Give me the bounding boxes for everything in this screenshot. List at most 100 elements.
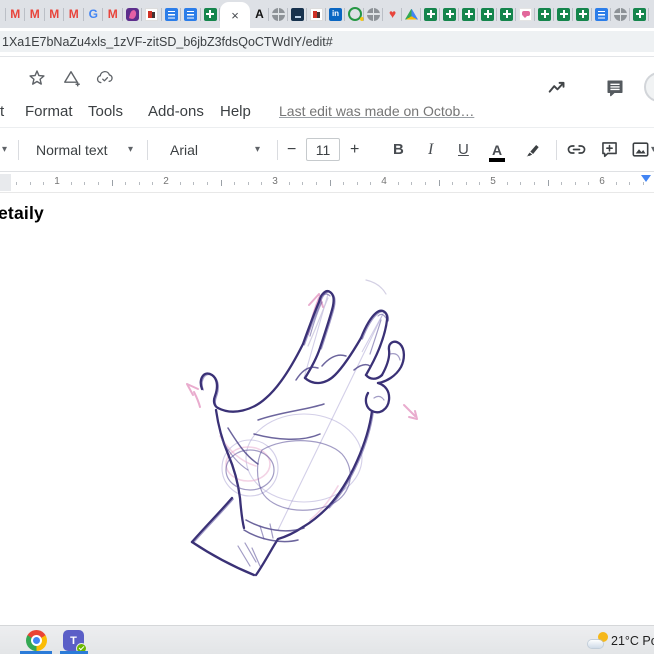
- underline-button[interactable]: U: [458, 128, 469, 171]
- ruler-tick: [302, 182, 303, 185]
- right-indent-marker[interactable]: [641, 175, 651, 182]
- pinned-tab-sheets[interactable]: [497, 0, 516, 28]
- ruler-inch-label: 2: [163, 176, 169, 187]
- font-size-input[interactable]: 11: [306, 138, 340, 161]
- ruler-tick: [534, 182, 535, 185]
- pinned-tab-sheets[interactable]: [459, 0, 478, 28]
- pinned-tab-letter-a[interactable]: A: [250, 0, 269, 28]
- gmail-favicon: M: [105, 7, 120, 22]
- active-tab[interactable]: ×: [220, 2, 250, 28]
- pinned-tab-sheets[interactable]: [440, 0, 459, 28]
- pinned-tab-green-ring[interactable]: [345, 0, 364, 28]
- styles-caret[interactable]: ▾: [128, 128, 133, 171]
- chrome-taskbar-icon[interactable]: [26, 630, 47, 651]
- ruler-tick: [629, 182, 630, 185]
- temperature: 21°C: [611, 634, 639, 648]
- ruler-tick: [139, 182, 140, 185]
- pinned-tab-sheets[interactable]: [201, 0, 221, 28]
- globe-favicon: [367, 8, 380, 21]
- font-size-increase-button[interactable]: +: [350, 128, 359, 171]
- pinned-tab-gmail[interactable]: M: [45, 0, 65, 28]
- pinned-tab-gmail[interactable]: M: [25, 0, 45, 28]
- move-to-drive-icon[interactable]: [61, 68, 81, 88]
- ruler-tick: [548, 180, 549, 186]
- menu-insert-fragment[interactable]: t: [0, 102, 4, 122]
- pinned-tab-docs[interactable]: [181, 0, 201, 28]
- menu-addons[interactable]: Add-ons: [148, 102, 204, 122]
- ruler-inch-label: 1: [54, 176, 60, 187]
- menu-tools[interactable]: Tools: [88, 102, 123, 122]
- insert-image-icon[interactable]: [630, 128, 651, 171]
- ruler-tick: [221, 180, 222, 186]
- pinned-tab-globe[interactable]: [269, 0, 288, 28]
- taskbar: T 21°C Po: [0, 625, 654, 654]
- ruler-tick: [575, 182, 576, 185]
- pinned-tab-sheets[interactable]: [535, 0, 554, 28]
- pinned-tab-sheets[interactable]: [630, 0, 649, 28]
- pinned-tab-heart[interactable]: ♥: [383, 0, 402, 28]
- pinned-tab-google[interactable]: G: [84, 0, 104, 28]
- ruler[interactable]: 123456: [0, 174, 654, 193]
- ruler-tick: [466, 182, 467, 185]
- cloud-saved-icon[interactable]: [95, 68, 115, 88]
- pinned-tab-sheets[interactable]: [421, 0, 440, 28]
- pinned-tab-gmail[interactable]: M: [103, 0, 123, 28]
- tab-close-icon[interactable]: ×: [231, 9, 239, 22]
- font-dropdown[interactable]: Arial: [170, 128, 198, 171]
- italic-button[interactable]: I: [428, 128, 433, 171]
- account-avatar[interactable]: [644, 72, 654, 102]
- font-size-decrease-button[interactable]: −: [287, 128, 296, 171]
- pinned-tab-navy-app[interactable]: [288, 0, 307, 28]
- text-color-button[interactable]: A: [492, 128, 502, 171]
- green-ring-favicon: [348, 7, 362, 21]
- ruler-tick: [411, 182, 412, 185]
- ruler-tick: [357, 182, 358, 185]
- toolbar-separator: [147, 140, 148, 160]
- pinned-tab-linkedin[interactable]: in: [326, 0, 345, 28]
- pinned-tab-seal[interactable]: [307, 0, 326, 28]
- url-bar[interactable]: 1Xa1E7bNaZu4xls_1zVF-zitSD_b6jbZ3fdsQoCT…: [0, 31, 654, 52]
- weather-text[interactable]: 21°C Po: [611, 634, 654, 648]
- teams-taskbar-icon[interactable]: T: [63, 630, 84, 651]
- pinned-tab-purple-app[interactable]: [123, 0, 143, 28]
- last-edit-link[interactable]: Last edit was made on Octob…: [279, 103, 474, 119]
- bold-button[interactable]: B: [393, 128, 404, 171]
- sheets-favicon: [557, 8, 570, 21]
- highlight-color-icon[interactable]: [522, 128, 542, 171]
- menu-help[interactable]: Help: [220, 102, 251, 122]
- pinned-tab-seal[interactable]: [142, 0, 162, 28]
- font-caret[interactable]: ▾: [255, 128, 260, 171]
- weather-label: Po: [642, 634, 654, 648]
- menu-format[interactable]: Format: [25, 102, 73, 122]
- pinned-tab-globe[interactable]: [611, 0, 630, 28]
- add-comment-icon[interactable]: [599, 128, 620, 171]
- star-icon[interactable]: [27, 68, 47, 88]
- ruler-tick: [370, 182, 371, 185]
- pinned-tab-sheets[interactable]: [573, 0, 592, 28]
- pinned-tab-sms[interactable]: [516, 0, 535, 28]
- sheets-favicon: [424, 8, 437, 21]
- pinned-tab-gmail[interactable]: M: [6, 0, 26, 28]
- letter-a-favicon: A: [252, 7, 267, 22]
- pinned-tab-docs[interactable]: [592, 0, 611, 28]
- document-stats-icon[interactable]: [546, 77, 568, 99]
- comments-icon[interactable]: [604, 77, 626, 99]
- globe-favicon: [272, 8, 285, 21]
- pinned-tab-drive[interactable]: [402, 0, 421, 28]
- gmail-favicon: M: [0, 7, 3, 22]
- toolbar-separator: [18, 140, 19, 160]
- zoom-dropdown-caret[interactable]: ▾: [2, 128, 7, 171]
- pinned-tab-sheets[interactable]: [554, 0, 573, 28]
- pinned-tab-docs[interactable]: [162, 0, 182, 28]
- pinned-tab-globe[interactable]: [364, 0, 383, 28]
- sheets-favicon: [443, 8, 456, 21]
- pinned-tab-sheets[interactable]: [478, 0, 497, 28]
- pinned-tab-gmail[interactable]: M: [64, 0, 84, 28]
- sheets-favicon: [500, 8, 513, 21]
- screen: MMMMMGM × Ain♥ 1Xa1E7bNaZu4xls_1zVF-zitS…: [0, 0, 654, 654]
- ruler-tick: [84, 182, 85, 185]
- weather-icon[interactable]: [588, 632, 608, 648]
- document-page[interactable]: etaily: [0, 193, 654, 625]
- styles-dropdown[interactable]: Normal text: [36, 128, 108, 171]
- insert-link-icon[interactable]: [566, 128, 587, 171]
